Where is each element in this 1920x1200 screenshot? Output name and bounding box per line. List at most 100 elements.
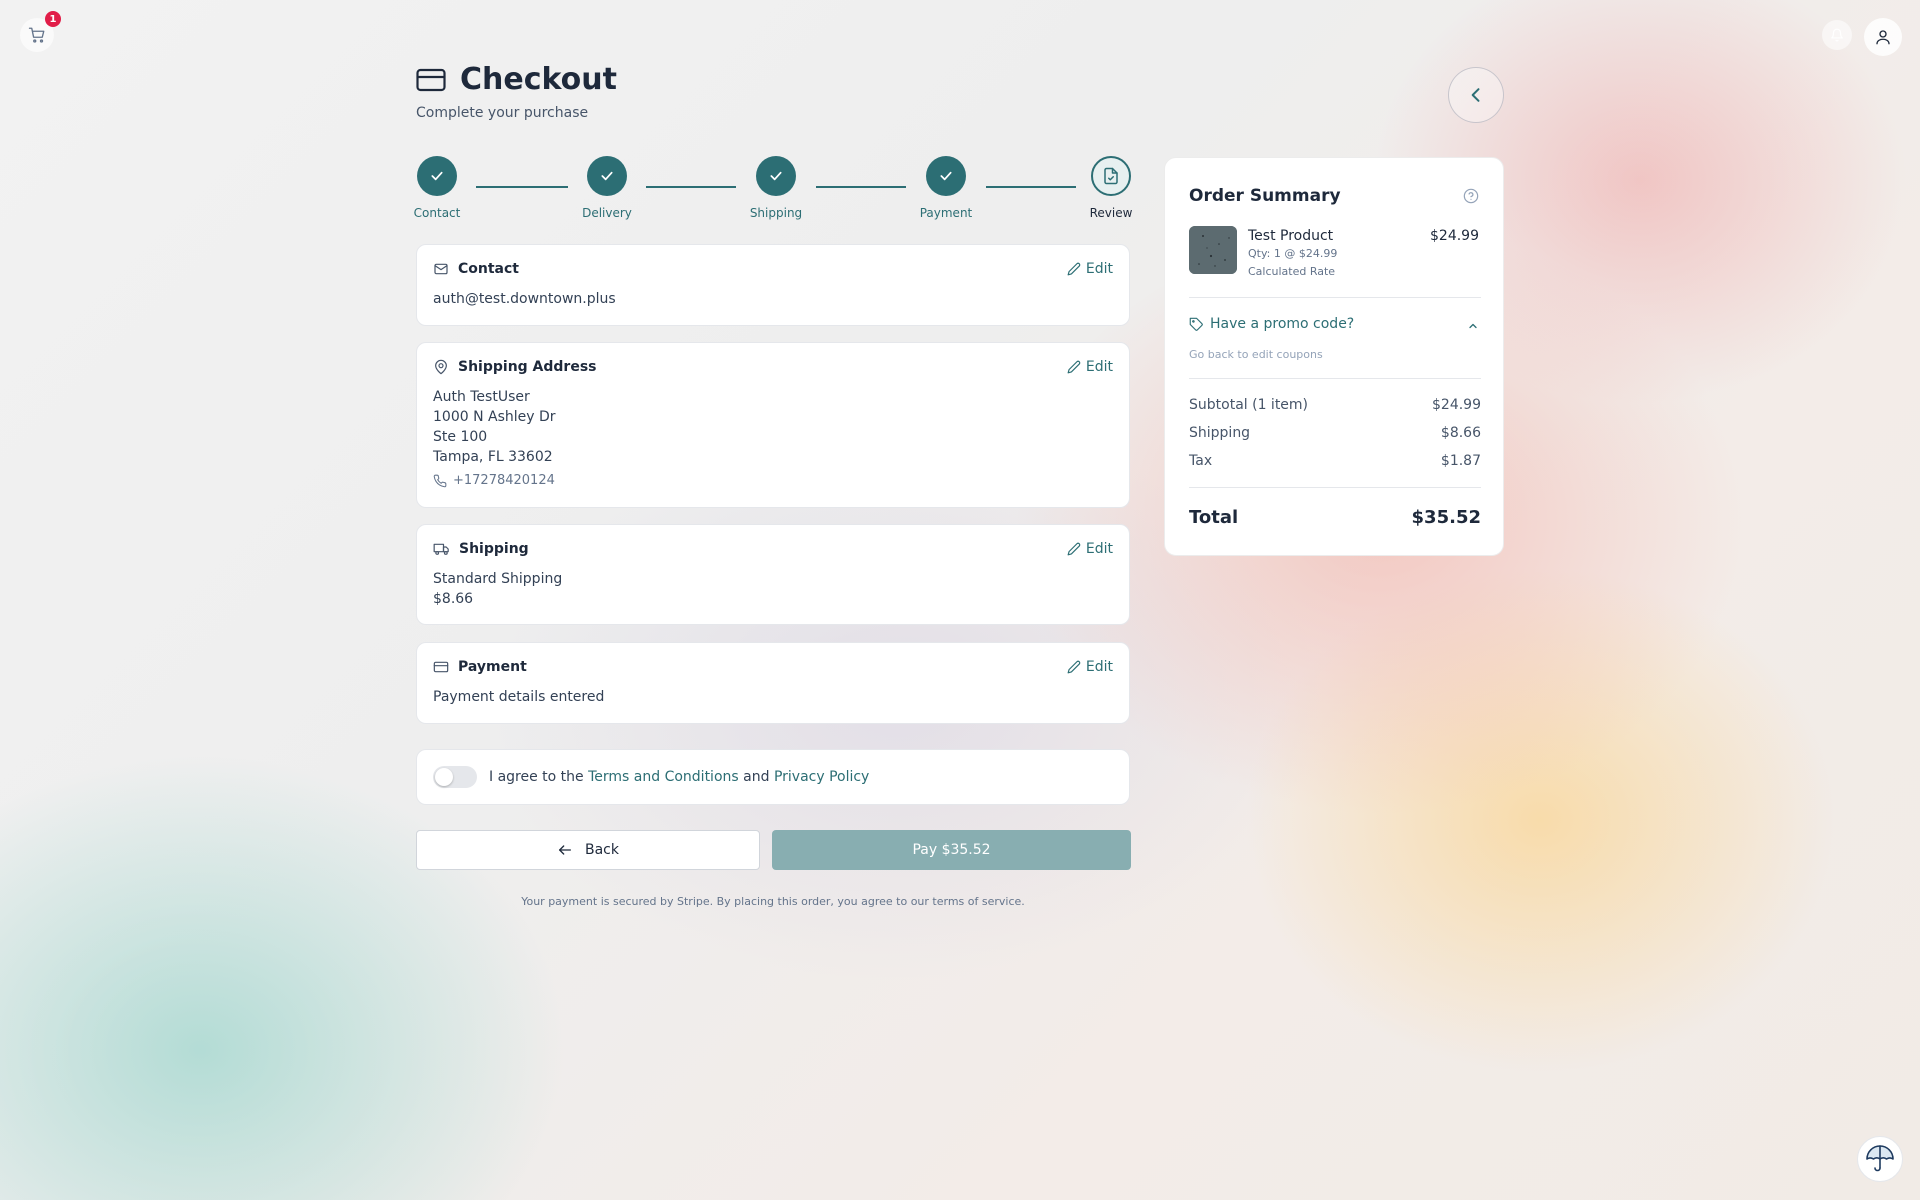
step-payment[interactable]: Payment [906,156,986,220]
summary-total-row: Total $35.52 [1189,507,1481,528]
promo-note: Go back to edit coupons [1189,348,1323,361]
product-image [1189,226,1237,274]
page-subtitle: Complete your purchase [416,105,589,121]
step-current-indicator [1091,156,1131,196]
edit-label: Edit [1085,261,1113,277]
payment-status: Payment details entered [433,689,605,705]
privacy-policy-link[interactable]: Privacy Policy [774,769,869,785]
total-value: $35.52 [1411,507,1481,528]
phone-icon [433,474,447,487]
address-city: Tampa, FL 33602 [433,449,553,465]
help-widget-button[interactable] [1857,1136,1903,1182]
stepper-connector [476,186,568,188]
help-circle-icon[interactable] [1463,188,1479,204]
credit-card-icon [433,661,449,673]
check-icon [770,171,782,181]
stepper-connector [986,186,1076,188]
address-line1: 1000 N Ashley Dr [433,409,556,425]
edit-label: Edit [1085,659,1113,675]
step-contact[interactable]: Contact [397,156,477,220]
product-price: $24.99 [1430,228,1479,244]
summary-row-label: Tax [1189,453,1213,469]
total-label: Total [1189,507,1239,528]
stepper-connector [646,186,736,188]
summary-row-tax: Tax $1.87 [1189,453,1481,469]
edit-label: Edit [1085,359,1113,375]
divider [1189,487,1481,488]
file-check-icon [1104,167,1118,185]
contact-card: Contact Edit auth@test.downtown.plus [416,244,1130,326]
step-label: Delivery [582,206,632,220]
address-line2: Ste 100 [433,429,488,445]
terms-toggle[interactable] [433,766,477,788]
pay-label: Pay $35.52 [912,842,991,858]
stepper-connector [816,186,906,188]
step-label: Contact [413,206,461,220]
shipping-address-card: Shipping Address Edit Auth TestUser 1000… [416,342,1130,508]
step-delivery[interactable]: Delivery [567,156,647,220]
edit-address-button[interactable]: Edit [1067,359,1113,375]
step-review[interactable]: Review [1071,156,1151,220]
step-shipping[interactable]: Shipping [736,156,816,220]
check-icon [601,171,613,181]
order-summary-title: Order Summary [1189,186,1341,206]
card-title: Shipping Address [458,359,597,375]
shopping-cart-icon [28,27,45,43]
card-header: Payment [433,659,527,675]
order-summary: Order Summary Test Product Qty: 1 @ $24.… [1164,157,1504,556]
payment-card: Payment Edit Payment details entered [416,642,1130,724]
shipping-method-card: Shipping Edit Standard Shipping $8.66 [416,524,1130,625]
shipping-method-price: $8.66 [433,591,474,607]
chevron-left-icon [1471,88,1480,102]
step-complete-indicator [417,156,457,196]
check-icon [431,171,443,181]
pencil-icon [1067,262,1081,276]
summary-row-shipping: Shipping $8.66 [1189,425,1481,441]
mail-icon [434,263,448,275]
pencil-icon [1067,360,1081,374]
back-button[interactable]: Back [416,830,760,870]
terms-and-conditions-link[interactable]: Terms and Conditions [588,769,739,785]
address-name: Auth TestUser [433,389,530,405]
pay-button[interactable]: Pay $35.52 [772,830,1131,870]
chevron-up-icon[interactable] [1467,320,1479,332]
cart-count-badge: 1 [45,11,61,27]
bell-icon [1831,28,1843,42]
summary-row-subtotal: Subtotal (1 item) $24.99 [1189,397,1481,413]
pencil-icon [1067,542,1081,556]
card-header: Shipping [433,541,529,557]
card-title: Contact [458,261,519,277]
collapse-summary-button[interactable] [1448,67,1504,123]
card-title: Payment [458,659,527,675]
terms-and: and [743,769,770,785]
notifications-button[interactable] [1822,20,1852,50]
check-icon [940,171,952,181]
tag-icon [1189,317,1203,331]
pencil-icon [1067,660,1081,674]
card-header: Contact [433,261,519,277]
step-label: Payment [919,206,973,220]
credit-card-icon [416,68,446,91]
summary-row-label: Subtotal (1 item) [1189,397,1309,413]
address-phone: +17278420124 [453,473,555,488]
product-name: Test Product [1248,228,1334,244]
step-label: Shipping [749,206,803,220]
promo-code-toggle[interactable]: Have a promo code? [1189,316,1354,332]
summary-row-value: $1.87 [1440,453,1481,469]
step-complete-indicator [926,156,966,196]
product-rate: Calculated Rate [1248,265,1336,278]
terms-prefix: I agree to the [489,769,584,785]
shipping-method-name: Standard Shipping [433,571,563,587]
step-complete-indicator [587,156,627,196]
edit-contact-button[interactable]: Edit [1067,261,1113,277]
summary-row-value: $24.99 [1432,397,1481,413]
toggle-knob [435,768,453,786]
back-label: Back [585,842,619,858]
step-complete-indicator [756,156,796,196]
user-menu-button[interactable] [1864,18,1902,56]
address-phone-row: +17278420124 [433,473,555,488]
page-header: Checkout [416,62,617,97]
edit-payment-button[interactable]: Edit [1067,659,1113,675]
edit-shipping-button[interactable]: Edit [1067,541,1113,557]
card-title: Shipping [459,541,529,557]
